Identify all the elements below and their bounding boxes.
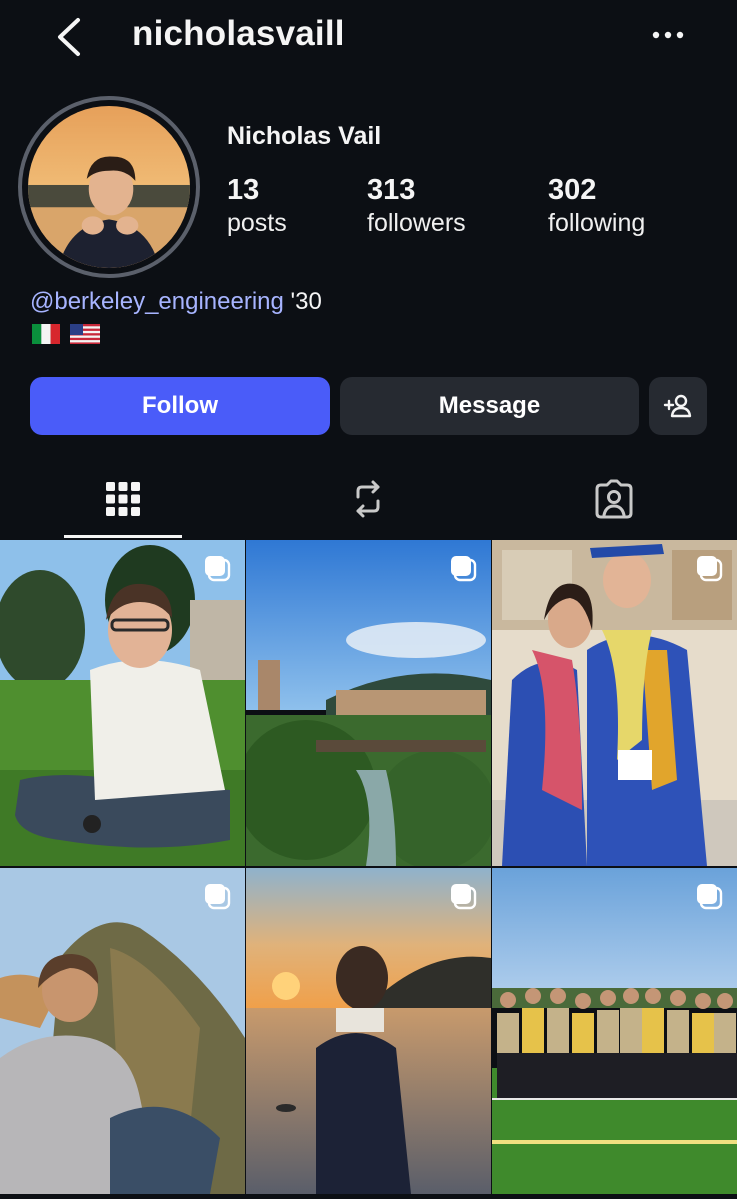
top-bar: nicholasvaill: [0, 0, 737, 80]
posts-grid: [0, 540, 737, 1199]
bio-mention-link[interactable]: @berkeley_engineering: [30, 288, 284, 315]
post-thumbnail-1[interactable]: [0, 540, 245, 866]
post-image: [0, 868, 245, 1194]
stat-followers-count: 313: [367, 174, 416, 206]
multi-post-icon: [205, 884, 231, 910]
stat-posts: 13 posts: [227, 174, 287, 238]
profile-full-name: Nicholas Vail: [227, 122, 382, 150]
post-thumbnail-5[interactable]: [246, 868, 491, 1194]
tagged-person-icon: [595, 479, 633, 519]
tab-reposts[interactable]: [309, 460, 427, 538]
post-image: [246, 868, 491, 1194]
message-button[interactable]: Message: [340, 377, 639, 435]
tab-tagged[interactable]: [555, 460, 673, 538]
avatar[interactable]: [18, 96, 200, 278]
stat-posts-label: posts: [227, 209, 287, 237]
grid-icon: [106, 482, 140, 516]
chevron-left-icon[interactable]: [50, 14, 90, 60]
profile-tabs: [0, 460, 737, 540]
multi-post-icon: [697, 556, 723, 582]
bio: @berkeley_engineering '30: [30, 288, 322, 316]
repost-icon: [356, 480, 380, 518]
multi-post-icon: [451, 884, 477, 910]
post-thumbnail-4[interactable]: [0, 868, 245, 1194]
post-thumbnail-2[interactable]: [246, 540, 491, 866]
multi-post-icon: [697, 884, 723, 910]
profile-username: nicholasvaill: [132, 14, 345, 53]
bio-flags: [32, 324, 100, 344]
stat-following[interactable]: 302 following: [548, 174, 645, 238]
tab-grid[interactable]: [64, 460, 182, 538]
more-dots-icon[interactable]: [648, 20, 688, 50]
add-person-icon: [663, 394, 692, 418]
stat-followers-label: followers: [367, 209, 466, 237]
multi-post-icon: [205, 556, 231, 582]
post-thumbnail-3[interactable]: [492, 540, 737, 866]
stat-following-count: 302: [548, 174, 597, 206]
stat-followers[interactable]: 313 followers: [367, 174, 466, 238]
italy-flag-icon: [32, 324, 60, 344]
post-image: [246, 540, 491, 866]
post-image: [492, 540, 737, 866]
follow-button[interactable]: Follow: [30, 377, 330, 435]
stat-following-label: following: [548, 209, 646, 237]
post-image: [492, 868, 737, 1194]
add-user-button[interactable]: [649, 377, 707, 435]
usa-flag-icon: [70, 324, 100, 344]
avatar-image: [28, 106, 190, 268]
bio-text: '30: [283, 288, 322, 315]
stat-posts-count: 13: [227, 174, 260, 206]
post-thumbnail-6[interactable]: [492, 868, 737, 1194]
multi-post-icon: [451, 556, 477, 582]
post-image: [0, 540, 245, 866]
